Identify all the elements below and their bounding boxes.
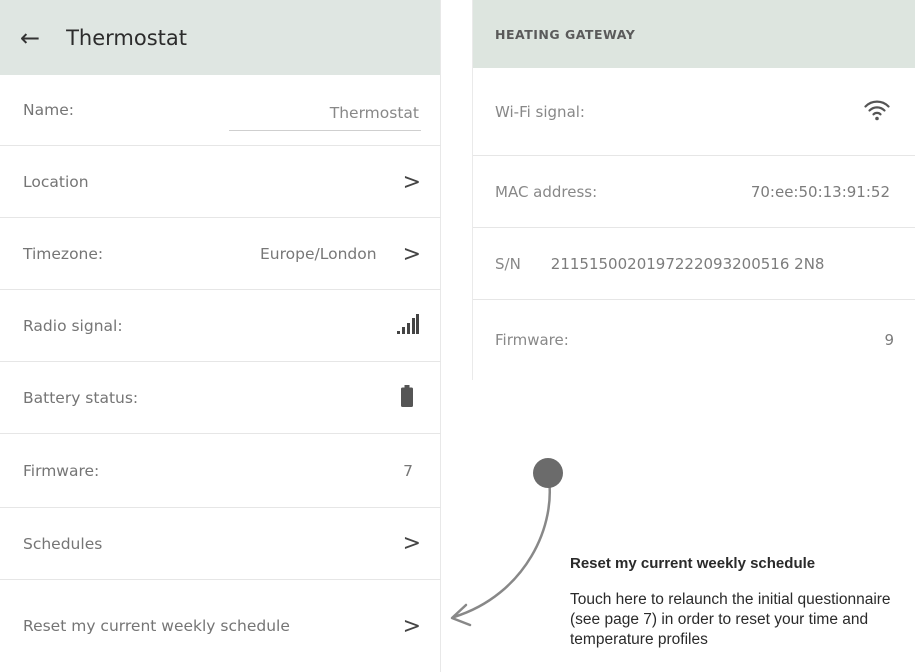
radio-signal-bars-icon <box>397 313 419 339</box>
gateway-header: HEATING GATEWAY <box>473 0 915 68</box>
battery-label: Battery status: <box>23 389 139 407</box>
sn-row: S/N 2115150020197222093200516 2N8 <box>473 228 915 300</box>
location-label: Location <box>23 173 89 191</box>
firmware-label: Firmware: <box>23 462 100 480</box>
thermostat-header: ← Thermostat <box>0 0 440 75</box>
radio-signal-row: Radio signal: <box>0 291 441 362</box>
schedules-label: Schedules <box>23 534 103 553</box>
gateway-firmware-label: Firmware: <box>495 331 569 349</box>
reset-schedule-row[interactable]: Reset my current weekly schedule > <box>0 580 441 672</box>
sn-value: 2115150020197222093200516 2N8 <box>550 254 825 273</box>
gateway-firmware-value: 9 <box>884 331 894 349</box>
name-label: Name: <box>23 101 74 119</box>
chevron-right-icon: > <box>402 613 421 639</box>
reset-schedule-label: Reset my current weekly schedule <box>23 617 290 635</box>
timezone-row[interactable]: Timezone: Europe/London > <box>0 219 441 290</box>
name-input[interactable]: Thermostat <box>229 104 421 131</box>
firmware-value: 7 <box>403 462 413 480</box>
battery-icon <box>401 385 413 411</box>
chevron-right-icon: > <box>402 531 421 556</box>
gateway-firmware-row: Firmware: 9 <box>473 300 915 380</box>
gateway-panel: HEATING GATEWAY Wi-Fi signal: MAC addres… <box>472 0 915 380</box>
back-arrow-icon[interactable]: ← <box>20 26 40 50</box>
thermostat-panel: ← Thermostat Name: Thermostat Location >… <box>0 0 441 672</box>
annotation-arrow <box>450 458 563 627</box>
gateway-title: HEATING GATEWAY <box>495 26 636 42</box>
mac-label: MAC address: <box>495 182 598 201</box>
annotation-title: Reset my current weekly schedule <box>570 555 816 572</box>
sn-label: S/N <box>495 254 521 273</box>
timezone-value: Europe/London <box>260 245 377 263</box>
wifi-row: Wi-Fi signal: <box>473 68 915 156</box>
mac-value: 70:ee:50:13:91:52 <box>750 182 890 201</box>
name-row: Name: Thermostat <box>0 75 441 146</box>
wifi-icon <box>864 99 890 125</box>
timezone-label: Timezone: <box>23 245 104 263</box>
firmware-row: Firmware: 7 <box>0 435 441 508</box>
chevron-right-icon: > <box>402 241 421 267</box>
radio-signal-label: Radio signal: <box>23 317 123 335</box>
annotation-body: Touch here to relaunch the initial quest… <box>570 591 891 648</box>
schedules-row[interactable]: Schedules > <box>0 508 441 580</box>
mac-row: MAC address: 70:ee:50:13:91:52 <box>473 156 915 228</box>
chevron-right-icon: > <box>402 169 421 195</box>
annotation-dot <box>533 458 563 488</box>
page-title: Thermostat <box>66 25 188 50</box>
battery-row: Battery status: <box>0 363 441 434</box>
wifi-label: Wi-Fi signal: <box>495 102 585 121</box>
location-row[interactable]: Location > <box>0 147 441 218</box>
